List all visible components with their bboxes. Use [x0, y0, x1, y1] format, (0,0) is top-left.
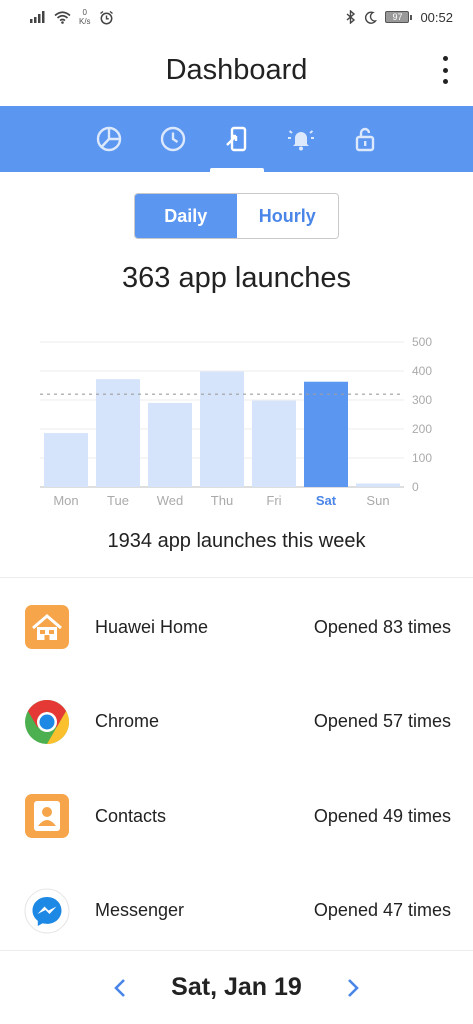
- more-dot-icon: [442, 56, 448, 61]
- tab-overview[interactable]: [87, 106, 131, 172]
- unlock-icon: [355, 127, 374, 152]
- chart-bar: [44, 433, 88, 487]
- battery-tip: [410, 14, 413, 20]
- chart-bar: [304, 381, 348, 487]
- clock-icon: [160, 126, 185, 152]
- y-tick-label: 200: [412, 422, 432, 436]
- messenger-icon: [24, 888, 70, 934]
- tab-usage-time[interactable]: [151, 106, 195, 172]
- list-item[interactable]: Contacts Opened 49 times: [0, 769, 473, 864]
- battery-icon: 97: [385, 11, 413, 23]
- list-item[interactable]: Huawei Home Opened 83 times: [0, 580, 473, 675]
- app-open-count: Opened 47 times: [313, 900, 451, 921]
- hourly-toggle-button[interactable]: Hourly: [236, 194, 338, 238]
- status-bar: 0 K/s 97 00:52: [0, 0, 473, 34]
- date-navigation: Sat, Jan 19: [0, 950, 473, 1024]
- divider: [0, 577, 473, 578]
- phone-tap-icon: [225, 126, 246, 152]
- app-list: Huawei Home Opened 83 times Chrome Opene…: [0, 580, 473, 958]
- chart-bar: [356, 483, 400, 487]
- list-item[interactable]: Messenger Opened 47 times: [0, 864, 473, 959]
- status-time: 00:52: [420, 9, 453, 25]
- app-name: Contacts: [95, 805, 167, 826]
- chart-bar: [200, 371, 244, 487]
- daily-toggle-button[interactable]: Daily: [135, 194, 237, 238]
- period-toggle: Daily Hourly: [134, 193, 339, 239]
- app-name: Messenger: [95, 900, 185, 921]
- current-date: Sat, Jan 19: [171, 973, 302, 1001]
- tab-notifications[interactable]: [279, 106, 323, 172]
- launch-count-headline: 363 app launches: [122, 262, 351, 294]
- tab-unlocks[interactable]: [343, 106, 387, 172]
- chart-bar: [96, 379, 140, 487]
- x-tick-label: Mon: [53, 493, 78, 508]
- previous-day-button[interactable]: [105, 973, 135, 1003]
- network-speed-value: 0: [82, 8, 87, 17]
- more-options-button[interactable]: [437, 56, 453, 84]
- chevron-left-icon: [114, 978, 126, 997]
- next-day-button[interactable]: [338, 973, 368, 1003]
- chart-bar: [148, 402, 192, 487]
- x-tick-label: Wed: [157, 493, 184, 508]
- contacts-icon: [24, 793, 70, 839]
- y-tick-label: 300: [412, 393, 432, 407]
- app-name: Huawei Home: [95, 616, 209, 637]
- x-tick-label: Sat: [316, 493, 337, 508]
- signal-icon: [30, 11, 45, 23]
- alarm-icon: [99, 10, 113, 24]
- week-total-summary: 1934 app launches this week: [107, 530, 366, 552]
- y-tick-label: 100: [412, 451, 432, 465]
- app-bar: Dashboard: [0, 34, 473, 106]
- x-tick-label: Thu: [211, 493, 233, 508]
- chevron-right-icon: [347, 978, 359, 997]
- chart-bar: [252, 400, 296, 487]
- tab-app-launches[interactable]: [215, 106, 259, 172]
- more-dot-icon: [442, 67, 448, 73]
- network-speed-unit: K/s: [79, 17, 91, 26]
- list-item[interactable]: Chrome Opened 57 times: [0, 675, 473, 770]
- app-open-count: Opened 57 times: [313, 711, 451, 732]
- bluetooth-icon: [346, 10, 356, 24]
- bell-ring-icon: [287, 130, 314, 151]
- status-right: 97 00:52: [346, 10, 453, 25]
- app-open-count: Opened 83 times: [313, 616, 451, 637]
- wifi-icon: [54, 10, 71, 24]
- y-tick-label: 0: [412, 480, 419, 494]
- y-tick-label: 500: [412, 335, 432, 349]
- huawei-home-icon: [24, 604, 70, 650]
- page-title: Dashboard: [165, 53, 308, 86]
- pie-chart-icon: [96, 126, 121, 152]
- x-tick-label: Tue: [107, 493, 129, 508]
- active-tab-indicator: [210, 168, 264, 172]
- network-speed: 0 K/s: [79, 8, 91, 26]
- status-left: 0 K/s: [30, 8, 114, 26]
- x-tick-label: Fri: [266, 493, 281, 508]
- x-tick-label: Sun: [366, 493, 389, 508]
- moon-icon: [365, 10, 378, 24]
- more-dot-icon: [442, 79, 448, 84]
- app-name: Chrome: [95, 711, 160, 732]
- tab-bar: [0, 106, 473, 172]
- y-tick-label: 400: [412, 364, 432, 378]
- weekly-launches-chart: 0 100 200 300 400 500 Mon Tue Wed Thu Fri Sat Sun: [40, 335, 432, 508]
- chrome-icon: [24, 699, 70, 745]
- app-open-count: Opened 49 times: [313, 805, 451, 826]
- battery-level: 97: [385, 11, 410, 23]
